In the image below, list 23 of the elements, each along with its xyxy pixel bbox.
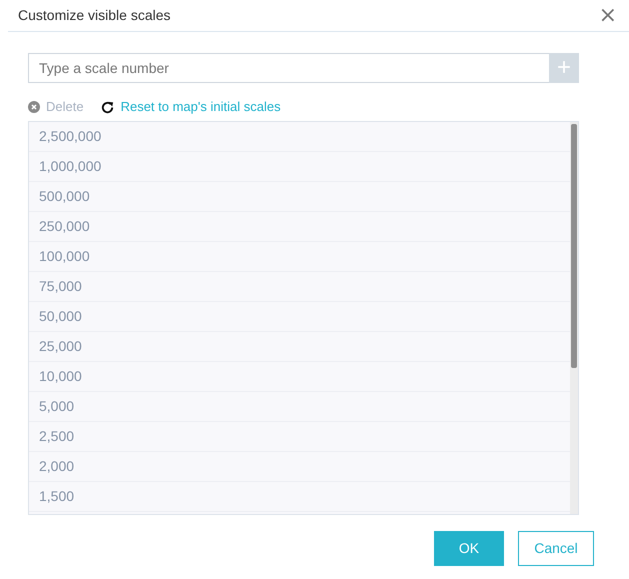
reset-button[interactable]: Reset to map's initial scales <box>100 97 281 117</box>
ok-button[interactable]: OK <box>434 531 504 566</box>
scale-row[interactable]: 50,000 <box>29 302 570 332</box>
scale-row[interactable]: 5,000 <box>29 392 570 422</box>
scale-row[interactable]: 1,000,000 <box>29 152 570 182</box>
scale-input-field[interactable]: Type a scale number <box>28 53 549 83</box>
scale-row[interactable]: 2,000 <box>29 452 570 482</box>
clear-icon <box>28 101 40 113</box>
scale-row[interactable]: 10,000 <box>29 362 570 392</box>
cancel-button[interactable]: Cancel <box>518 531 594 566</box>
scale-row[interactable]: 100,000 <box>29 242 570 272</box>
scale-row[interactable]: 2,500,000 <box>29 122 570 152</box>
scale-row[interactable]: 75,000 <box>29 272 570 302</box>
refresh-icon <box>100 100 115 114</box>
scrollbar[interactable] <box>570 122 578 514</box>
scale-row[interactable]: 1,500 <box>29 482 570 512</box>
dialog-title: Customize visible scales <box>18 6 170 25</box>
scale-row[interactable]: 25,000 <box>29 332 570 362</box>
close-button[interactable]: × <box>598 4 617 26</box>
scale-row[interactable]: 2,500 <box>29 422 570 452</box>
scrollbar-thumb[interactable] <box>571 124 577 368</box>
scale-row[interactable]: 500,000 <box>29 182 570 212</box>
scale-row[interactable]: 250,000 <box>29 212 570 242</box>
